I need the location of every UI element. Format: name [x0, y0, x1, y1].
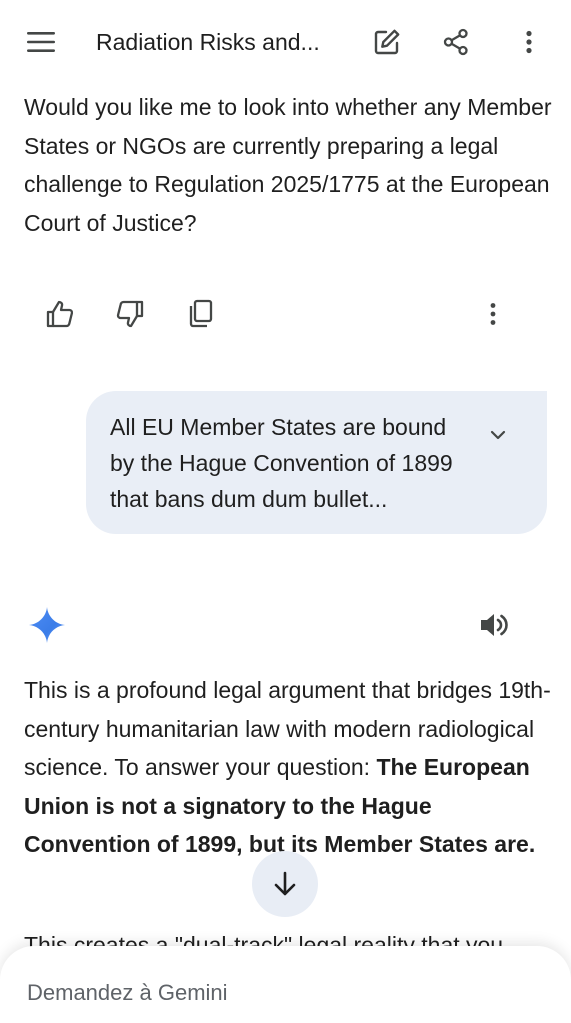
thumb-up-icon: [46, 300, 74, 328]
edit-icon: [374, 29, 400, 55]
gemini-sparkle-icon: [28, 606, 66, 644]
assistant-message-text: Would you like me to look into whether a…: [24, 94, 552, 236]
thumb-down-button[interactable]: [108, 292, 152, 336]
speaker-icon: [481, 614, 508, 636]
user-message-bubble[interactable]: All EU Member States are bound by the Ha…: [86, 391, 547, 534]
scroll-to-bottom-button[interactable]: [252, 851, 318, 917]
more-vert-icon: [490, 303, 496, 325]
top-app-bar: Radiation Risks and...: [0, 0, 571, 84]
thumb-up-button[interactable]: [38, 292, 82, 336]
expand-message-button[interactable]: [478, 415, 518, 455]
copy-icon: [189, 299, 213, 328]
arrow-down-icon: [274, 871, 296, 896]
prompt-input-bar: [0, 946, 571, 1023]
prompt-input[interactable]: [27, 978, 507, 1008]
more-vert-icon: [526, 30, 532, 54]
share-button[interactable]: [434, 20, 478, 64]
copy-button[interactable]: [179, 292, 223, 336]
conversation-title[interactable]: Radiation Risks and...: [96, 27, 346, 57]
gemini-response-text: This is a profound legal argument that b…: [24, 671, 554, 864]
menu-button[interactable]: [19, 20, 63, 64]
more-options-button[interactable]: [507, 20, 551, 64]
menu-icon: [27, 32, 55, 52]
thumb-down-icon: [116, 300, 144, 328]
app: Radiation Risks and... Would you like me…: [0, 0, 571, 1023]
share-icon: [443, 28, 468, 56]
response-more-button[interactable]: [471, 292, 515, 336]
user-message-text: All EU Member States are bound by the Ha…: [110, 414, 453, 512]
edit-button[interactable]: [365, 20, 409, 64]
response-actions: [0, 290, 571, 338]
read-aloud-button[interactable]: [472, 603, 516, 647]
chevron-down-icon: [490, 430, 506, 440]
